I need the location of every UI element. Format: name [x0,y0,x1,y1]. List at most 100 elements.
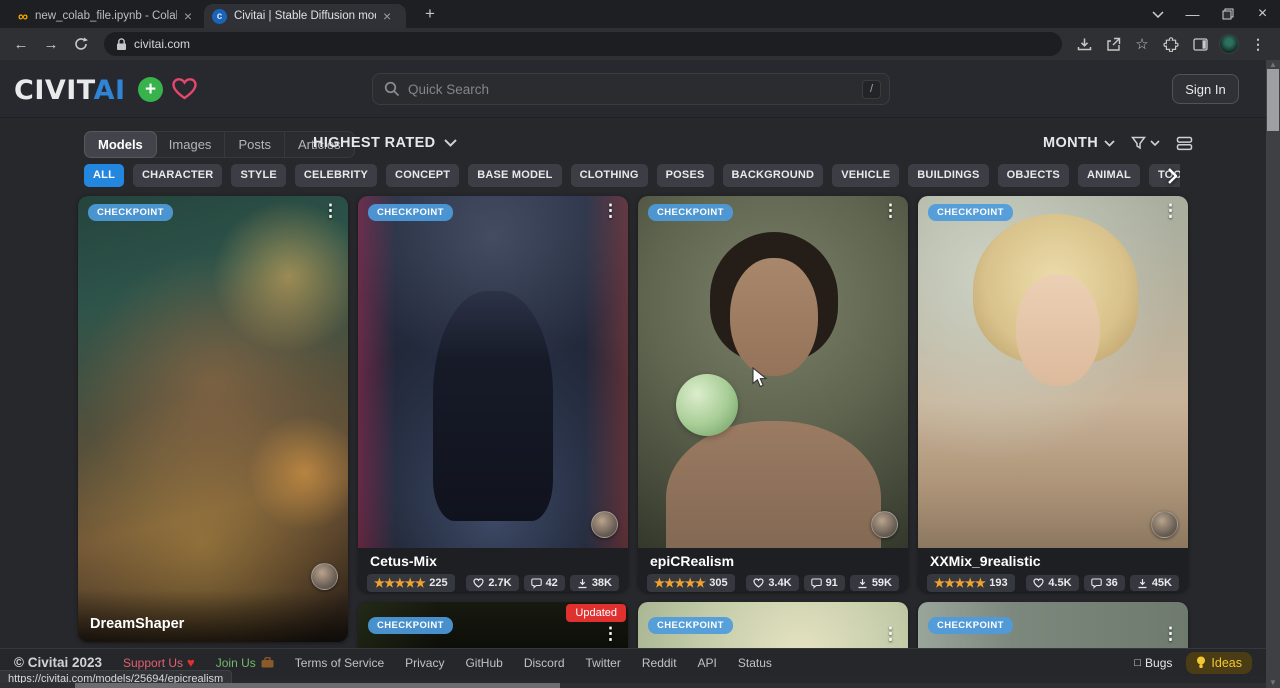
model-title: epiCRealism [638,548,908,571]
categories-scroll-right-icon[interactable] [1160,163,1184,189]
card-menu-icon[interactable]: ⋮ [1162,201,1179,221]
scrollbar-thumb[interactable] [75,683,560,688]
model-type-badge: CHECKPOINT [648,204,733,221]
heart-icon [753,578,764,588]
card-menu-icon[interactable]: ⋮ [602,624,619,644]
card-menu-icon[interactable]: ⋮ [882,624,899,644]
bugs-link[interactable]: □Bugs [1134,656,1172,670]
minimize-button[interactable]: — [1175,0,1210,28]
bookmark-star-icon[interactable]: ☆ [1132,34,1152,54]
address-bar[interactable]: civitai.com [104,32,1062,56]
category-chip-all[interactable]: ALL [84,164,124,187]
support-heart-icon[interactable] [171,77,198,106]
browser-tabstrip: ∞ new_colab_file.ipynb - Colaborat × c C… [0,0,1280,28]
discord-link[interactable]: Discord [524,656,565,670]
model-image[interactable]: CHECKPOINT ⋮ DreamShaper [78,196,348,642]
download-icon[interactable] [1074,34,1094,54]
restore-button[interactable] [1210,0,1245,28]
category-chip-buildings[interactable]: BUILDINGS [908,164,988,187]
vertical-scrollbar[interactable]: ▲ ▼ [1266,60,1280,688]
model-card-partial[interactable]: CHECKPOINT ⋮ [918,602,1188,648]
browser-tab-colab[interactable]: ∞ new_colab_file.ipynb - Colaborat × [10,4,200,28]
model-image[interactable]: CHECKPOINT ⋮ [638,196,908,548]
browser-tab-civitai[interactable]: c Civitai | Stable Diffusion models, × [204,4,406,28]
card-menu-icon[interactable]: ⋮ [322,201,339,221]
browser-window: ∞ new_colab_file.ipynb - Colaborat × c C… [0,0,1280,688]
privacy-link[interactable]: Privacy [405,656,444,670]
category-chip-concept[interactable]: CONCEPT [386,164,459,187]
browser-menu-icon[interactable]: ⋮ [1248,34,1268,54]
model-card-cetus-mix[interactable]: CHECKPOINT ⋮ Cetus-Mix ★★★★★225 2.7K 42 … [358,196,628,592]
model-card-partial[interactable]: CHECKPOINT ⋮ [638,602,908,648]
model-card-xxmix-9realistic[interactable]: CHECKPOINT ⋮ XXMix_9realistic ★★★★★193 4… [918,196,1188,592]
model-image[interactable]: CHECKPOINT ⋮ [638,602,908,648]
creator-avatar[interactable] [311,563,338,590]
forward-button[interactable]: → [38,31,64,57]
model-card-dreamshaper[interactable]: CHECKPOINT ⋮ DreamShaper [78,196,348,642]
category-chip-celebrity[interactable]: CELEBRITY [295,164,377,187]
quick-search[interactable]: / [372,73,890,105]
status-link[interactable]: Status [738,656,772,670]
model-image[interactable]: Updated CHECKPOINT ⋮ [358,602,628,648]
api-link[interactable]: API [698,656,717,670]
join-us-link[interactable]: Join Us [216,656,274,670]
creator-avatar[interactable] [1151,511,1178,538]
ideas-button[interactable]: Ideas [1186,652,1252,674]
period-dropdown[interactable]: MONTH [1043,135,1098,151]
card-layout-icon[interactable] [1176,136,1193,151]
twitter-link[interactable]: Twitter [586,656,621,670]
search-input[interactable] [408,82,854,97]
tab-images[interactable]: Images [156,132,226,157]
category-chip-character[interactable]: CHARACTER [133,164,222,187]
chevron-down-icon[interactable] [1150,140,1160,146]
category-chip-background[interactable]: BACKGROUND [723,164,824,187]
category-chip-vehicle[interactable]: VEHICLE [832,164,899,187]
creator-avatar[interactable] [591,511,618,538]
chevron-down-icon[interactable] [1104,140,1115,147]
site-header: CIVITAI + / Sign In [0,60,1266,118]
extensions-puzzle-icon[interactable] [1161,34,1181,54]
tab-close-icon[interactable]: × [184,9,192,23]
scroll-down-icon[interactable]: ▼ [1266,678,1280,688]
model-card-partial[interactable]: Updated CHECKPOINT ⋮ [358,602,628,648]
tab-models[interactable]: Models [84,131,157,158]
category-chip-clothing[interactable]: CLOTHING [571,164,648,187]
tab-posts[interactable]: Posts [225,132,285,157]
downloads-pill: 45K [1130,575,1179,591]
comment-icon [1091,578,1102,589]
support-us-link[interactable]: Support Us♥ [123,655,195,670]
scrollbar-thumb[interactable] [1267,69,1279,131]
civitai-logo[interactable]: CIVITAI [14,75,126,106]
card-menu-icon[interactable]: ⋮ [882,201,899,221]
category-chip-style[interactable]: STYLE [231,164,285,187]
model-card-epicrealism[interactable]: CHECKPOINT ⋮ epiCRealism ★★★★★305 3.4K 9… [638,196,908,592]
tab-search-chevron-icon[interactable] [1140,0,1175,28]
sign-in-button[interactable]: Sign In [1172,74,1239,104]
model-image[interactable]: CHECKPOINT ⋮ [918,602,1188,648]
search-shortcut-badge: / [862,80,881,99]
upload-plus-icon[interactable]: + [138,77,163,102]
side-panel-icon[interactable] [1190,34,1210,54]
github-link[interactable]: GitHub [465,656,502,670]
horizontal-scrollbar[interactable] [0,683,1266,688]
tab-close-icon[interactable]: × [383,9,391,23]
filter-funnel-icon[interactable] [1131,136,1146,150]
card-menu-icon[interactable]: ⋮ [602,201,619,221]
creator-avatar[interactable] [871,511,898,538]
new-tab-button[interactable]: + [420,5,440,25]
reload-button[interactable] [68,31,94,57]
model-image[interactable]: CHECKPOINT ⋮ [918,196,1188,548]
card-menu-icon[interactable]: ⋮ [1162,624,1179,644]
close-button[interactable]: × [1245,0,1280,28]
profile-avatar[interactable] [1219,34,1239,54]
category-chip-animal[interactable]: ANIMAL [1078,164,1140,187]
back-button[interactable]: ← [8,31,34,57]
reddit-link[interactable]: Reddit [642,656,677,670]
share-icon[interactable] [1103,34,1123,54]
terms-link[interactable]: Terms of Service [295,656,384,670]
sort-dropdown[interactable]: HIGHEST RATED [313,135,457,151]
category-chip-poses[interactable]: POSES [657,164,714,187]
category-chip-base-model[interactable]: BASE MODEL [468,164,561,187]
category-chip-objects[interactable]: OBJECTS [998,164,1069,187]
model-image[interactable]: CHECKPOINT ⋮ [358,196,628,548]
